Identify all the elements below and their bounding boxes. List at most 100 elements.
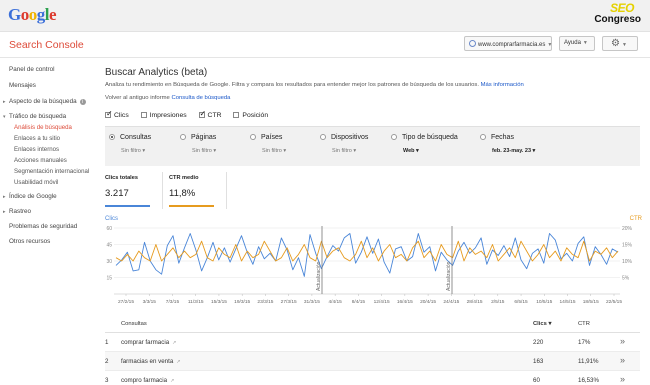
expand-arrow-icon[interactable]: ▸ [3, 209, 6, 215]
left-tick-label: 60 [106, 226, 112, 232]
sidebar-subitem-internal-links[interactable]: Enlaces internos [14, 146, 59, 153]
scorecard-clicks[interactable]: Clics totales 3.217 [105, 172, 170, 209]
filter-dropdown[interactable]: Sin filtro ▾ [262, 148, 286, 154]
sidebar-subitem-search-analytics[interactable]: Análisis de búsqueda [14, 124, 72, 131]
help-button-label: Ayuda [564, 40, 581, 46]
radio-button[interactable] [250, 134, 256, 140]
radio-button[interactable] [180, 134, 186, 140]
filter-label: Consultas [120, 134, 152, 141]
row-expand-icon[interactable]: » [620, 336, 625, 346]
sidebar-item-messages[interactable]: Mensajes [9, 82, 36, 89]
sidebar-subitem-international-targeting[interactable]: Segmentación internacional [14, 168, 89, 175]
chevron-down-icon: ▼ [547, 42, 553, 48]
column-header-clicks[interactable]: Clics ▾ [533, 321, 551, 327]
site-selector[interactable]: www.comprarfarmacia.es ▼ [464, 36, 552, 51]
sidebar-item-other-resources[interactable]: Otros recursos [9, 238, 50, 245]
right-tick-label: 20% [622, 226, 633, 232]
sidebar-subitem-links-to-site[interactable]: Enlaces a tu sitio [14, 135, 60, 142]
filter-queries[interactable]: Consultas Sin filtro ▾ [109, 134, 152, 154]
metric-ctr[interactable]: CTR [198, 109, 222, 119]
column-header-ctr[interactable]: CTR [578, 321, 590, 327]
checkbox[interactable] [233, 112, 240, 118]
expand-arrow-icon[interactable]: ▸ [3, 194, 6, 200]
row-number: 1 [105, 339, 109, 346]
filter-devices[interactable]: Dispositivos Sin filtro ▾ [320, 134, 368, 154]
metric-position[interactable]: Posición [233, 112, 268, 119]
filter-dates[interactable]: Fechas feb. 23-may. 23 ▾ [480, 134, 535, 154]
filter-countries[interactable]: Países Sin filtro ▾ [250, 134, 286, 154]
radio-button[interactable] [320, 134, 326, 140]
metric-clicks[interactable]: Clics [105, 109, 129, 119]
right-tick-label: 15% [622, 243, 633, 249]
filter-dropdown[interactable]: Sin filtro ▾ [192, 148, 216, 154]
query-cell: comprar farmacia ↗ [121, 339, 176, 346]
sidebar-item-search-traffic[interactable]: Tráfico de búsqueda [9, 113, 66, 120]
old-report-prefix: Volver al antiguo informe [105, 95, 170, 101]
google-letter: G [8, 5, 21, 24]
metric-label: CTR [207, 112, 222, 119]
page-description: Analiza tu rendimiento en Búsqueda de Go… [105, 82, 524, 88]
checkbox[interactable] [105, 109, 113, 118]
settings-button[interactable]: ⚙ ▼ [602, 36, 638, 51]
row-expand-icon[interactable]: » [620, 374, 625, 384]
old-report-link[interactable]: Consulta de búsqueda [171, 95, 230, 101]
filter-dropdown[interactable]: Web ▾ [403, 148, 419, 154]
info-icon[interactable]: i [79, 99, 86, 105]
x-tick-label: 20/4/15 [420, 299, 436, 305]
filter-panel: Consultas Sin filtro ▾ Páginas Sin filtr… [105, 126, 640, 166]
row-expand-icon[interactable]: » [620, 355, 625, 365]
page-title: Buscar Analytics (beta) [105, 67, 208, 78]
table-row[interactable]: 1 comprar farmacia ↗ 220 17% » [105, 333, 640, 352]
collapse-arrow-icon[interactable]: ▾ [3, 114, 6, 120]
sidebar-subitem-mobile-usability[interactable]: Usabilidad móvil [14, 179, 58, 186]
google-letter: g [36, 5, 46, 24]
analytics-chart: Clics CTR 60 20% 45 15% 30 10% 15 5% 27/2/15 3/3/… [100, 216, 642, 318]
metric-impressions[interactable]: Impresiones [140, 112, 187, 119]
external-link-icon[interactable]: ↗ [170, 378, 174, 384]
more-info-link[interactable]: Más información [481, 82, 524, 88]
query-text: farmacias en venta [121, 358, 174, 365]
radio-button[interactable] [480, 134, 486, 140]
help-button[interactable]: Ayuda ▼ [559, 36, 595, 51]
left-tick-label: 45 [106, 243, 112, 249]
radio-button[interactable] [391, 134, 397, 140]
x-tick-label: 6/5/15 [514, 299, 528, 305]
divider [226, 172, 227, 209]
filter-pages[interactable]: Páginas Sin filtro ▾ [180, 134, 216, 154]
filter-dropdown[interactable]: Sin filtro ▾ [332, 148, 356, 154]
seo-logo-text: SEO [610, 1, 634, 15]
right-axis-title: CTR [629, 216, 642, 222]
filter-dropdown[interactable]: Sin filtro ▾ [121, 148, 145, 154]
sidebar-item-security-issues[interactable]: Problemas de seguridad [9, 223, 77, 230]
x-tick-label: 7/3/15 [166, 299, 180, 305]
google-logo[interactable]: Google [8, 5, 57, 25]
sidebar-item-label: Aspecto de la búsqueda [9, 98, 77, 105]
scorecard-ctr[interactable]: CTR medio 11,8% [169, 172, 234, 209]
table-row[interactable]: 3 compro farmacia ↗ 60 16,53% » [105, 371, 640, 385]
row-number: 3 [105, 377, 109, 384]
sidebar-item-dashboard[interactable]: Panel de control [9, 66, 55, 73]
external-link-icon[interactable]: ↗ [176, 359, 180, 365]
filter-dropdown[interactable]: feb. 23-may. 23 ▾ [492, 148, 535, 154]
expand-arrow-icon[interactable]: ▸ [3, 99, 6, 105]
checkbox[interactable] [198, 109, 206, 118]
table-row[interactable]: 2 farmacias en venta ↗ 163 11,91% » [105, 352, 640, 371]
column-header-queries[interactable]: Consultas [121, 321, 147, 327]
sidebar-item-crawl[interactable]: Rastreo [9, 208, 31, 215]
gear-icon: ⚙ [611, 38, 620, 49]
google-letter: e [48, 5, 57, 24]
sidebar-subitem-manual-actions[interactable]: Acciones manuales [14, 157, 67, 164]
sidebar-item-google-index[interactable]: Índice de Google [9, 193, 57, 200]
x-tick-label: 24/4/15 [443, 299, 459, 305]
filter-search-type[interactable]: Tipo de búsqueda Web ▾ [391, 134, 458, 154]
radio-button[interactable] [109, 134, 115, 140]
chart-svg: 60 20% 45 15% 30 10% 15 5% 27/2/15 3/3/15 7/3/15 11… [106, 226, 633, 305]
sidebar-item-search-appearance[interactable]: Aspecto de la búsqueda i [9, 98, 86, 105]
annotation-label: Actualización [446, 261, 452, 291]
external-link-icon[interactable]: ↗ [172, 340, 176, 346]
x-tick-label: 19/3/15 [234, 299, 250, 305]
checkbox[interactable] [140, 112, 147, 118]
product-title[interactable]: Search Console [9, 39, 84, 51]
x-tick-label: 27/3/15 [281, 299, 297, 305]
metric-label: Impresiones [149, 112, 187, 119]
